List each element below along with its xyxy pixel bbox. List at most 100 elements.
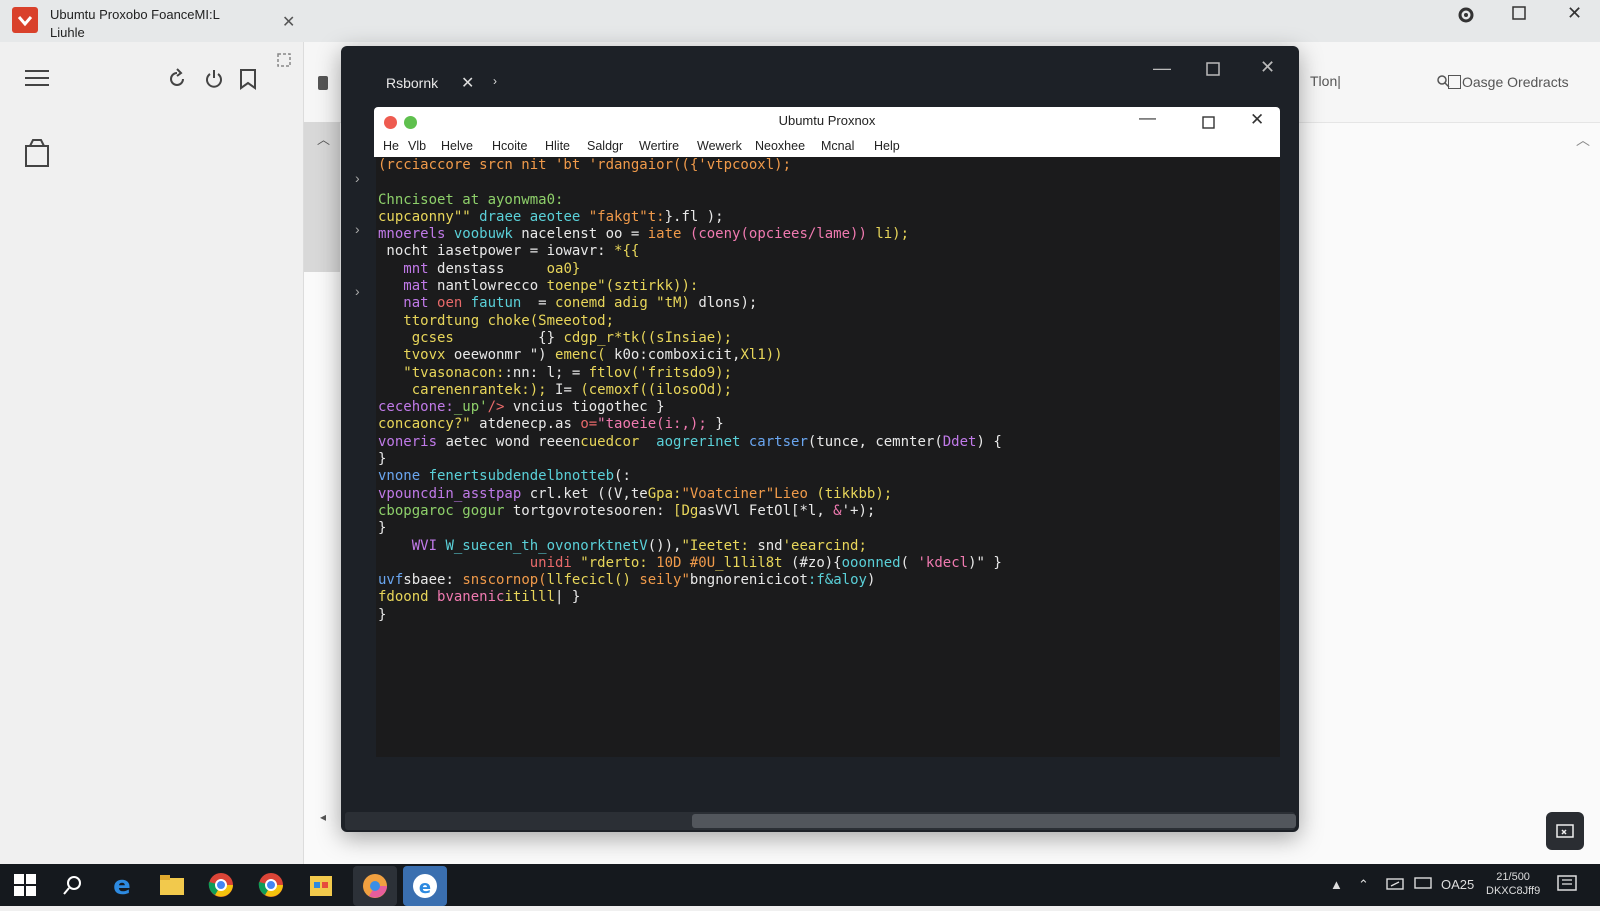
- edge-browser-icon[interactable]: e: [403, 866, 447, 906]
- code-token: fenertsubdendelbnotteb: [428, 468, 615, 485]
- menu-item[interactable]: Hcoite: [492, 139, 527, 153]
- menu-item[interactable]: He: [383, 139, 399, 153]
- chevron-right-icon[interactable]: ›: [355, 221, 360, 237]
- box-icon[interactable]: [24, 138, 50, 174]
- close-icon[interactable]: ✕: [282, 12, 295, 32]
- monitor-icon[interactable]: [1414, 877, 1432, 894]
- code-token: mat: [378, 278, 438, 295]
- code-token: cupcaonny"": [378, 208, 480, 225]
- tray-language[interactable]: OA25: [1441, 877, 1474, 892]
- chrome-icon[interactable]: [206, 870, 238, 900]
- minimize-icon[interactable]: —: [1153, 58, 1171, 79]
- selection-icon[interactable]: [276, 48, 292, 74]
- code-line: vnone fenertsubdendelbnotteb(:: [378, 468, 1280, 485]
- chevron-up-icon[interactable]: ︿: [317, 129, 330, 148]
- close-icon[interactable]: ✕: [1250, 110, 1264, 130]
- file-explorer-icon[interactable]: [157, 870, 189, 900]
- chevron-right-icon[interactable]: ›: [355, 283, 360, 299]
- menu-item[interactable]: Vlb: [408, 139, 426, 153]
- trash-icon[interactable]: [318, 76, 328, 90]
- code-token: seily": [639, 572, 690, 589]
- bookmark-icon[interactable]: [238, 68, 258, 96]
- scroll-left-icon[interactable]: ◂: [320, 810, 326, 824]
- notification-icon[interactable]: [1556, 874, 1578, 899]
- store-icon[interactable]: [306, 870, 338, 900]
- code-token: WVI: [378, 537, 446, 554]
- menu-item[interactable]: Helve: [441, 139, 473, 153]
- code-token: unidi: [529, 554, 581, 571]
- chevron-right-icon[interactable]: ›: [493, 74, 497, 88]
- minimize-icon[interactable]: —: [1139, 108, 1156, 128]
- maximize-icon[interactable]: [1206, 60, 1220, 81]
- close-icon[interactable]: ✕: [461, 73, 474, 93]
- menu-item[interactable]: Wertire: [639, 139, 679, 153]
- code-token: Ddet: [942, 433, 977, 450]
- code-line: WVI W_suecen_th_ovonorktnetV()),"Ieetet:…: [378, 538, 1280, 555]
- search-icon[interactable]: [62, 874, 84, 901]
- windows-start-icon[interactable]: [14, 874, 36, 901]
- chevron-up-icon[interactable]: ︿: [1576, 130, 1590, 150]
- tray-overflow-icon[interactable]: ▲: [1330, 877, 1343, 892]
- close-icon[interactable]: ✕: [1260, 57, 1275, 78]
- menu-item[interactable]: Neoxhee: [755, 139, 805, 153]
- screen-capture-button[interactable]: [1546, 812, 1584, 850]
- checkbox-icon[interactable]: [1448, 75, 1461, 89]
- code-line: unidi "rderto: 10D #0U_l1lil8t (#zo){ooo…: [378, 555, 1280, 572]
- code-token: "Voatciner"Lieo: [681, 485, 817, 502]
- chrome-icon[interactable]: [256, 870, 288, 900]
- right-search-label: Oasge Oredracts: [1462, 74, 1569, 90]
- menu-item[interactable]: Hlite: [545, 139, 570, 153]
- code-line: (rcciaccore srcn nit 'bt 'rdangaior(({'v…: [378, 157, 1280, 174]
- code-token: carenenrantek:);: [378, 381, 556, 398]
- refresh-icon[interactable]: [166, 68, 188, 96]
- code-token: )" }: [968, 554, 1002, 571]
- network-icon[interactable]: ⌃: [1358, 877, 1369, 893]
- code-token: (tikkbb);: [816, 485, 893, 502]
- edge-browser-icon[interactable]: e: [107, 870, 139, 901]
- chevron-right-icon[interactable]: ›: [355, 170, 360, 186]
- power-icon[interactable]: [203, 68, 225, 96]
- menu-item[interactable]: Help: [874, 139, 900, 153]
- proxmox-logo-icon: [12, 7, 38, 33]
- code-token: draee aeotee: [479, 208, 589, 225]
- maximize-icon[interactable]: [1511, 5, 1527, 26]
- wifi-icon[interactable]: [1386, 877, 1404, 894]
- code-token: cuedcor: [580, 433, 657, 450]
- code-line: gcses {} cdgp_r*tk((sInsiae);: [378, 330, 1280, 347]
- svg-text:e: e: [419, 877, 431, 898]
- code-token: oa0}: [546, 260, 581, 277]
- app-title-line2: Liuhle: [50, 25, 85, 40]
- code-token: conemd adig "tM): [555, 295, 699, 312]
- code-token: *{{: [614, 243, 640, 260]
- menu-item[interactable]: Mcnal: [821, 139, 854, 153]
- code-line: nocht iasetpower = iowavr: *{{: [378, 243, 1280, 260]
- code-token: o=: [580, 416, 598, 433]
- terminal-output[interactable]: (rcciaccore srcn nit 'bt 'rdangaior(({'v…: [376, 157, 1280, 757]
- code-line: uvfsbaee: snscornop(llfecicl() seily"bng…: [378, 572, 1280, 589]
- gear-icon[interactable]: [1456, 5, 1476, 30]
- app-title-line1: Ubumtu Proxobo FoanceMI:L: [50, 7, 220, 22]
- code-token: }: [378, 520, 387, 537]
- code-token: vncius tiogothec }: [512, 399, 665, 416]
- clock[interactable]: 21/500 DKXC8Jff9: [1486, 870, 1540, 898]
- code-token: denstass: [437, 260, 547, 277]
- code-token: (rcciaccore srcn nit 'bt 'rdangaior(({'v…: [378, 157, 792, 173]
- menu-item[interactable]: Wewerk: [697, 139, 742, 153]
- code-token: dlons);: [698, 295, 758, 312]
- taskbar-app-active[interactable]: [353, 866, 397, 906]
- maximize-icon[interactable]: [1202, 114, 1215, 134]
- code-line: nat oen fautun = conemd adig "tM) dlons)…: [378, 295, 1280, 312]
- menu-icon[interactable]: [25, 68, 51, 94]
- code-token: itilll: [504, 589, 556, 606]
- code-token: (tunce, cemnter(: [807, 433, 943, 450]
- code-line: tvovx oeewonmr ") emenc( k0o:comboxicit,…: [378, 347, 1280, 364]
- code-token: Xl1)): [740, 347, 783, 364]
- close-icon[interactable]: ✕: [1567, 3, 1582, 24]
- right-search-field[interactable]: Tlon|: [1310, 73, 1341, 89]
- menu-item[interactable]: Saldgr: [587, 139, 623, 153]
- code-token: nantlowrecco: [437, 278, 547, 295]
- code-token: mnoerels: [378, 226, 454, 243]
- vm-tab-label[interactable]: Rsbornk: [386, 75, 438, 91]
- code-line: mnt denstass oa0}: [378, 261, 1280, 278]
- scrollbar-thumb[interactable]: [692, 814, 1296, 828]
